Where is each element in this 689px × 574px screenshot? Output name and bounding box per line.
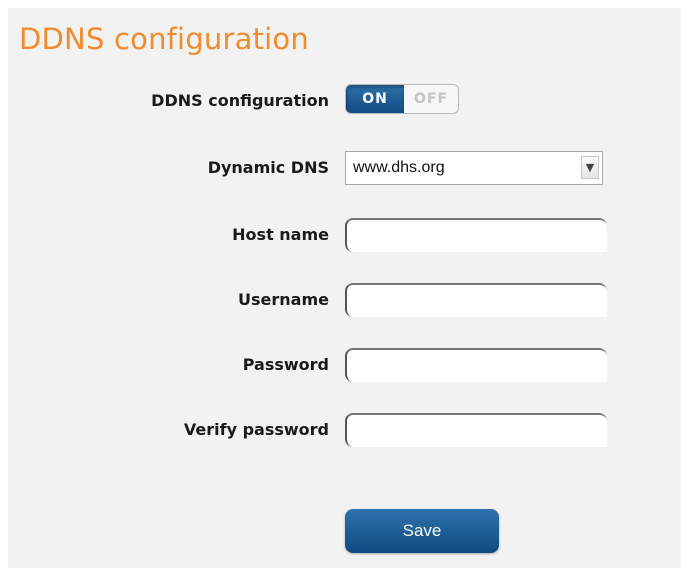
dynamic-dns-label: Dynamic DNS	[207, 158, 329, 177]
username-label: Username	[238, 290, 329, 309]
verify-password-input[interactable]	[345, 413, 607, 447]
page-title: DDNS configuration	[19, 22, 309, 56]
verify-password-label: Verify password	[183, 420, 329, 439]
dynamic-dns-row: Dynamic DNS www.dhs.org ▼	[8, 151, 681, 185]
password-label: Password	[242, 355, 329, 374]
ddns-config-label: DDNS configuration	[151, 91, 329, 110]
username-input[interactable]	[345, 283, 607, 317]
host-name-input[interactable]	[345, 218, 607, 252]
toggle-on-option[interactable]: ON	[346, 85, 404, 113]
ddns-config-panel: DDNS configuration DDNS configuration ON…	[8, 8, 681, 568]
password-input[interactable]	[345, 348, 607, 382]
host-name-label: Host name	[232, 225, 329, 244]
save-button[interactable]: Save	[345, 509, 499, 553]
verify-password-row: Verify password	[8, 413, 681, 447]
toggle-off-option[interactable]: OFF	[404, 85, 458, 113]
username-row: Username	[8, 283, 681, 317]
ddns-toggle[interactable]: ON OFF	[345, 84, 459, 114]
host-name-row: Host name	[8, 218, 681, 252]
password-row: Password	[8, 348, 681, 382]
dynamic-dns-selected-value: www.dhs.org	[353, 159, 445, 176]
ddns-config-row: DDNS configuration ON OFF	[8, 84, 681, 118]
chevron-down-icon[interactable]: ▼	[581, 156, 599, 179]
dynamic-dns-select[interactable]: www.dhs.org ▼	[345, 151, 603, 185]
